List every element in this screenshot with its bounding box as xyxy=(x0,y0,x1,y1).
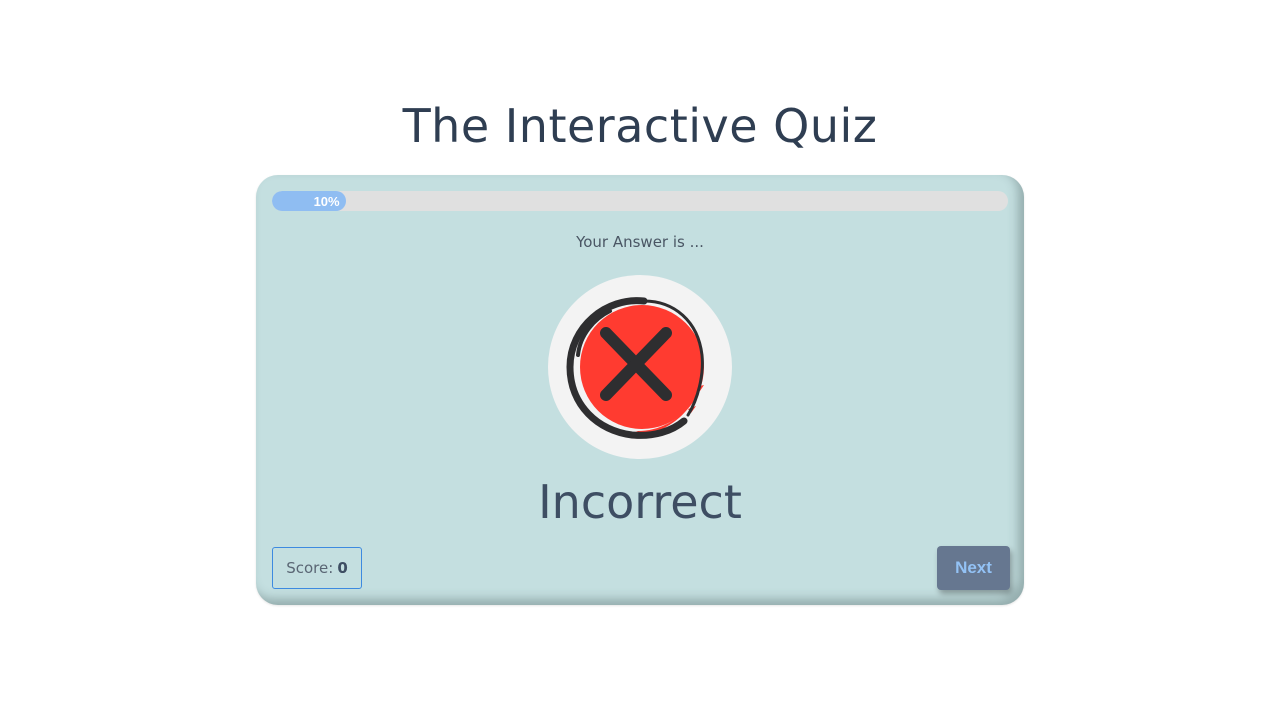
answer-prompt: Your Answer is ... xyxy=(576,233,704,251)
score-display: Score: 0 xyxy=(272,547,362,589)
quiz-page: The Interactive Quiz 10% Your Answer is … xyxy=(0,0,1280,720)
quiz-card: 10% Your Answer is ... Incorrect Score: … xyxy=(256,175,1024,605)
progress-fill: 10% xyxy=(272,191,346,211)
result-badge xyxy=(548,275,732,459)
progress-bar: 10% xyxy=(272,191,1008,211)
score-value: 0 xyxy=(337,559,348,577)
next-button[interactable]: Next xyxy=(937,546,1010,590)
result-text: Incorrect xyxy=(538,475,742,529)
score-label: Score: xyxy=(286,559,334,577)
progress-label: 10% xyxy=(313,193,340,209)
incorrect-x-icon xyxy=(566,297,704,439)
page-title: The Interactive Quiz xyxy=(402,99,878,153)
